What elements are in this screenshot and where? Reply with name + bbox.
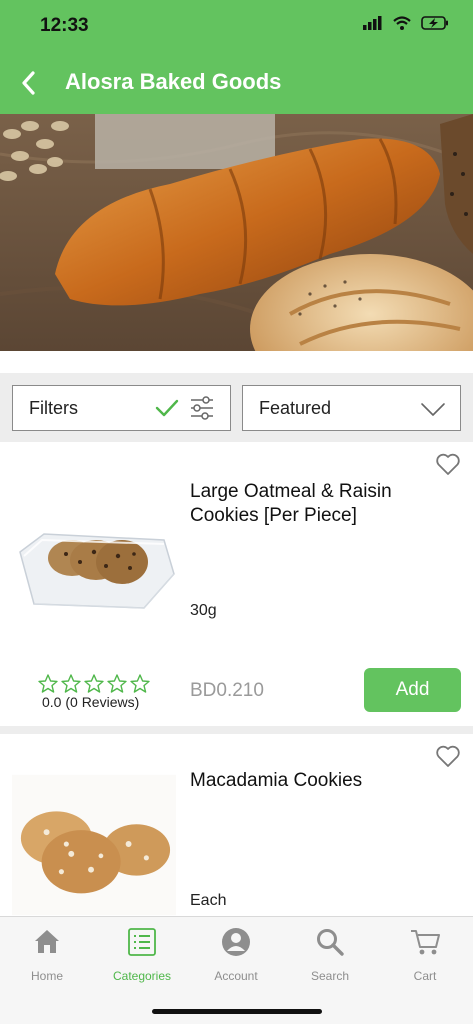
- product-card[interactable]: Large Oatmeal & Raisin Cookies [Per Piec…: [0, 442, 473, 726]
- product-name[interactable]: Macadamia Cookies: [190, 769, 452, 793]
- star-outline-icon: [84, 674, 104, 693]
- bottom-tab-bar: Home Categories Account Search Cart: [0, 916, 473, 1024]
- product-unit: 30g: [190, 602, 217, 619]
- star-outline-icon: [130, 674, 150, 693]
- tab-label: Cart: [413, 969, 437, 983]
- navigation-bar: Alosra Baked Goods: [0, 52, 473, 114]
- product-name[interactable]: Large Oatmeal & Raisin Cookies [Per Piec…: [190, 480, 452, 528]
- tab-label: Categories: [112, 969, 172, 983]
- account-icon: [222, 928, 250, 956]
- spacer: [0, 351, 473, 373]
- filters-label: Filters: [29, 398, 78, 418]
- page-title: Alosra Baked Goods: [65, 69, 282, 94]
- hero-banner-image: [0, 114, 473, 351]
- status-bar: 12:33: [0, 0, 473, 52]
- tab-search[interactable]: Search: [283, 917, 377, 997]
- checkmark-icon: [155, 399, 179, 417]
- status-icons: [363, 16, 449, 30]
- product-card[interactable]: Macadamia Cookies Each: [0, 734, 473, 916]
- tab-label: Search: [310, 969, 350, 983]
- filters-button[interactable]: Filters: [12, 385, 231, 431]
- heart-icon[interactable]: [435, 452, 461, 476]
- cart-icon: [411, 930, 440, 955]
- product-price: BD0.210: [190, 680, 264, 701]
- card-divider: [0, 726, 473, 734]
- tab-home[interactable]: Home: [0, 917, 94, 997]
- list-icon: [128, 928, 156, 956]
- tab-label: Home: [30, 969, 63, 983]
- chevron-left-icon: [22, 71, 35, 95]
- rating-stars: [38, 674, 150, 693]
- wifi-icon: [393, 16, 411, 30]
- star-outline-icon: [61, 674, 81, 693]
- product-image[interactable]: [14, 512, 178, 622]
- sliders-icon: [191, 396, 213, 420]
- tab-account[interactable]: Account: [189, 917, 283, 997]
- product-unit: Each: [190, 892, 227, 909]
- product-image[interactable]: [12, 774, 176, 916]
- search-icon: [317, 929, 344, 956]
- add-to-cart-button[interactable]: Add: [364, 668, 461, 712]
- status-time: 12:33: [40, 15, 89, 36]
- rating-reviews-text[interactable]: 0.0 (0 Reviews): [42, 694, 139, 710]
- tab-categories[interactable]: Categories: [95, 917, 189, 997]
- sort-dropdown[interactable]: Featured: [242, 385, 461, 431]
- filter-sort-bar: Filters Featured: [0, 373, 473, 442]
- sort-selected-value: Featured: [259, 398, 332, 418]
- heart-icon[interactable]: [435, 744, 461, 768]
- signal-icon: [363, 16, 382, 30]
- home-icon: [35, 930, 59, 953]
- star-outline-icon: [38, 674, 58, 693]
- battery-charging-icon: [421, 16, 448, 30]
- back-button[interactable]: [12, 66, 44, 100]
- home-indicator: [152, 1009, 322, 1014]
- star-outline-icon: [107, 674, 127, 693]
- tab-cart[interactable]: Cart: [378, 917, 472, 997]
- tab-label: Account: [214, 969, 258, 983]
- chevron-down-icon: [421, 403, 445, 416]
